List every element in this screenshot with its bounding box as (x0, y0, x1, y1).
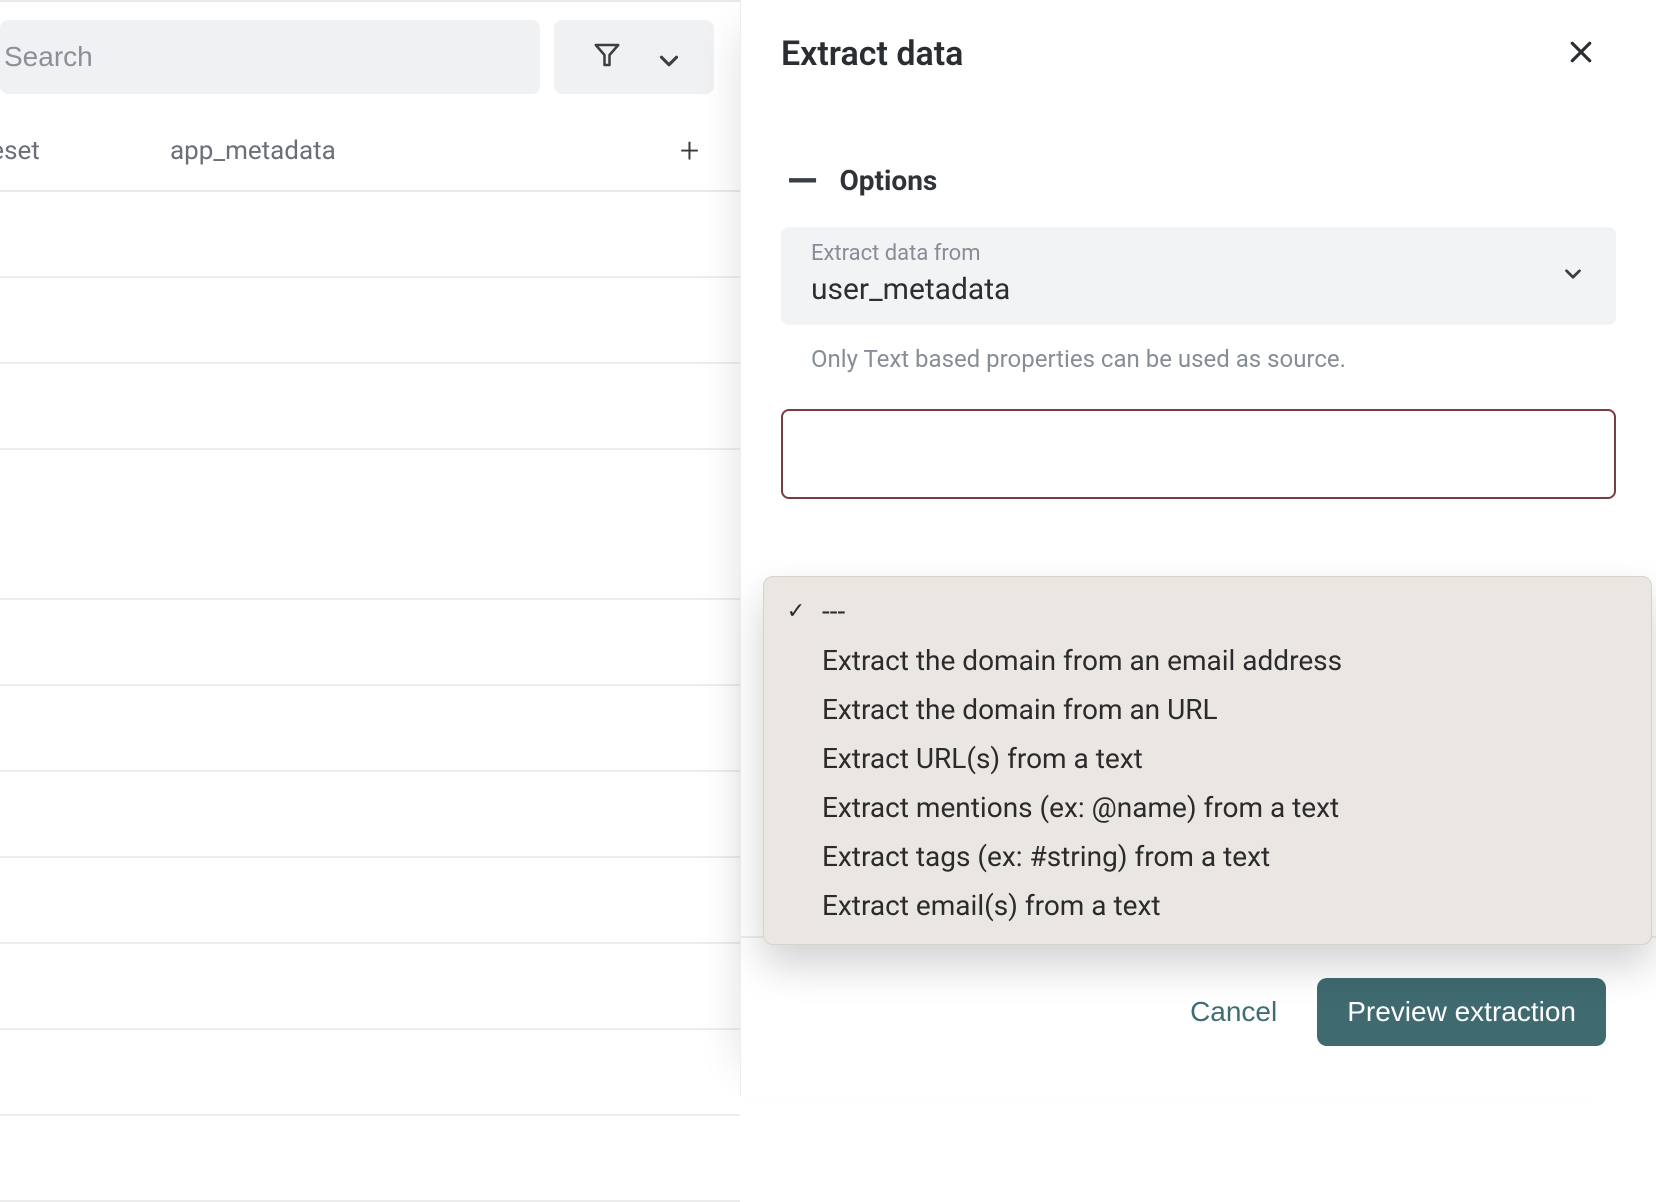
table-row[interactable] (0, 1030, 740, 1116)
add-column-button[interactable]: + (680, 131, 740, 171)
table-toolbar (0, 2, 740, 112)
options-section-header[interactable]: — Options (787, 164, 1616, 197)
chevron-down-icon (1560, 261, 1586, 291)
search-input[interactable] (4, 41, 520, 73)
dropdown-item-label: Extract the domain from an URL (822, 693, 1218, 726)
dropdown-item-none[interactable]: ✓ --- (764, 587, 1651, 636)
extract-type-dropdown: ✓ --- Extract the domain from an email a… (763, 576, 1652, 945)
funnel-icon (592, 40, 622, 74)
column-header-reset[interactable]: _reset (0, 136, 170, 166)
panel-title: Extract data (781, 34, 963, 74)
dropdown-item-url-domain[interactable]: Extract the domain from an URL (764, 685, 1651, 734)
panel-body: — Options Extract data from user_metadat… (741, 94, 1656, 936)
background-table-area: _reset app_metadata + (0, 0, 740, 1096)
dropdown-item-label: Extract the domain from an email address (822, 644, 1342, 677)
chevron-down-icon (654, 46, 676, 68)
options-label: Options (839, 164, 937, 197)
dropdown-item-label: Extract email(s) from a text (822, 889, 1161, 922)
close-button[interactable] (1566, 37, 1596, 72)
table-row[interactable] (0, 450, 740, 600)
check-icon: ✓ (784, 599, 808, 624)
search-field[interactable] (0, 20, 540, 94)
dropdown-item-label: Extract tags (ex: #string) from a text (822, 840, 1270, 873)
cancel-button[interactable]: Cancel (1190, 996, 1277, 1028)
dropdown-item-urls[interactable]: Extract URL(s) from a text (764, 734, 1651, 783)
source-helper-text: Only Text based properties can be used a… (811, 345, 1616, 373)
source-small-label: Extract data from (811, 241, 1592, 266)
dropdown-item-email-domain[interactable]: Extract the domain from an email address (764, 636, 1651, 685)
column-header-app-metadata[interactable]: app_metadata (170, 136, 680, 166)
column-header-row: _reset app_metadata + (0, 112, 740, 192)
plus-icon: + (680, 131, 699, 171)
table-row[interactable] (0, 858, 740, 944)
extract-type-select[interactable] (781, 409, 1616, 499)
dropdown-item-tags[interactable]: Extract tags (ex: #string) from a text (764, 832, 1651, 881)
source-value: user_metadata (811, 272, 1592, 307)
table-row[interactable] (0, 192, 740, 278)
table-row[interactable] (0, 600, 740, 686)
extract-source-select[interactable]: Extract data from user_metadata (781, 227, 1616, 325)
table-row[interactable] (0, 364, 740, 450)
table-row[interactable] (0, 772, 740, 858)
table-row[interactable] (0, 278, 740, 364)
dropdown-item-emails[interactable]: Extract email(s) from a text (764, 881, 1651, 930)
dropdown-item-mentions[interactable]: Extract mentions (ex: @name) from a text (764, 783, 1651, 832)
filter-button[interactable] (554, 20, 714, 94)
close-icon (1566, 37, 1596, 75)
table-row[interactable] (0, 1116, 740, 1202)
preview-extraction-button[interactable]: Preview extraction (1317, 978, 1606, 1046)
panel-header: Extract data (741, 0, 1656, 94)
extract-data-panel: Extract data — Options Extract data from… (740, 0, 1656, 1096)
dropdown-item-label: Extract mentions (ex: @name) from a text (822, 791, 1339, 824)
panel-footer: Cancel Preview extraction (741, 936, 1656, 1096)
table-row[interactable] (0, 686, 740, 772)
dropdown-item-label: Extract URL(s) from a text (822, 742, 1143, 775)
dropdown-item-label: --- (822, 595, 845, 628)
table-row[interactable] (0, 944, 740, 1030)
